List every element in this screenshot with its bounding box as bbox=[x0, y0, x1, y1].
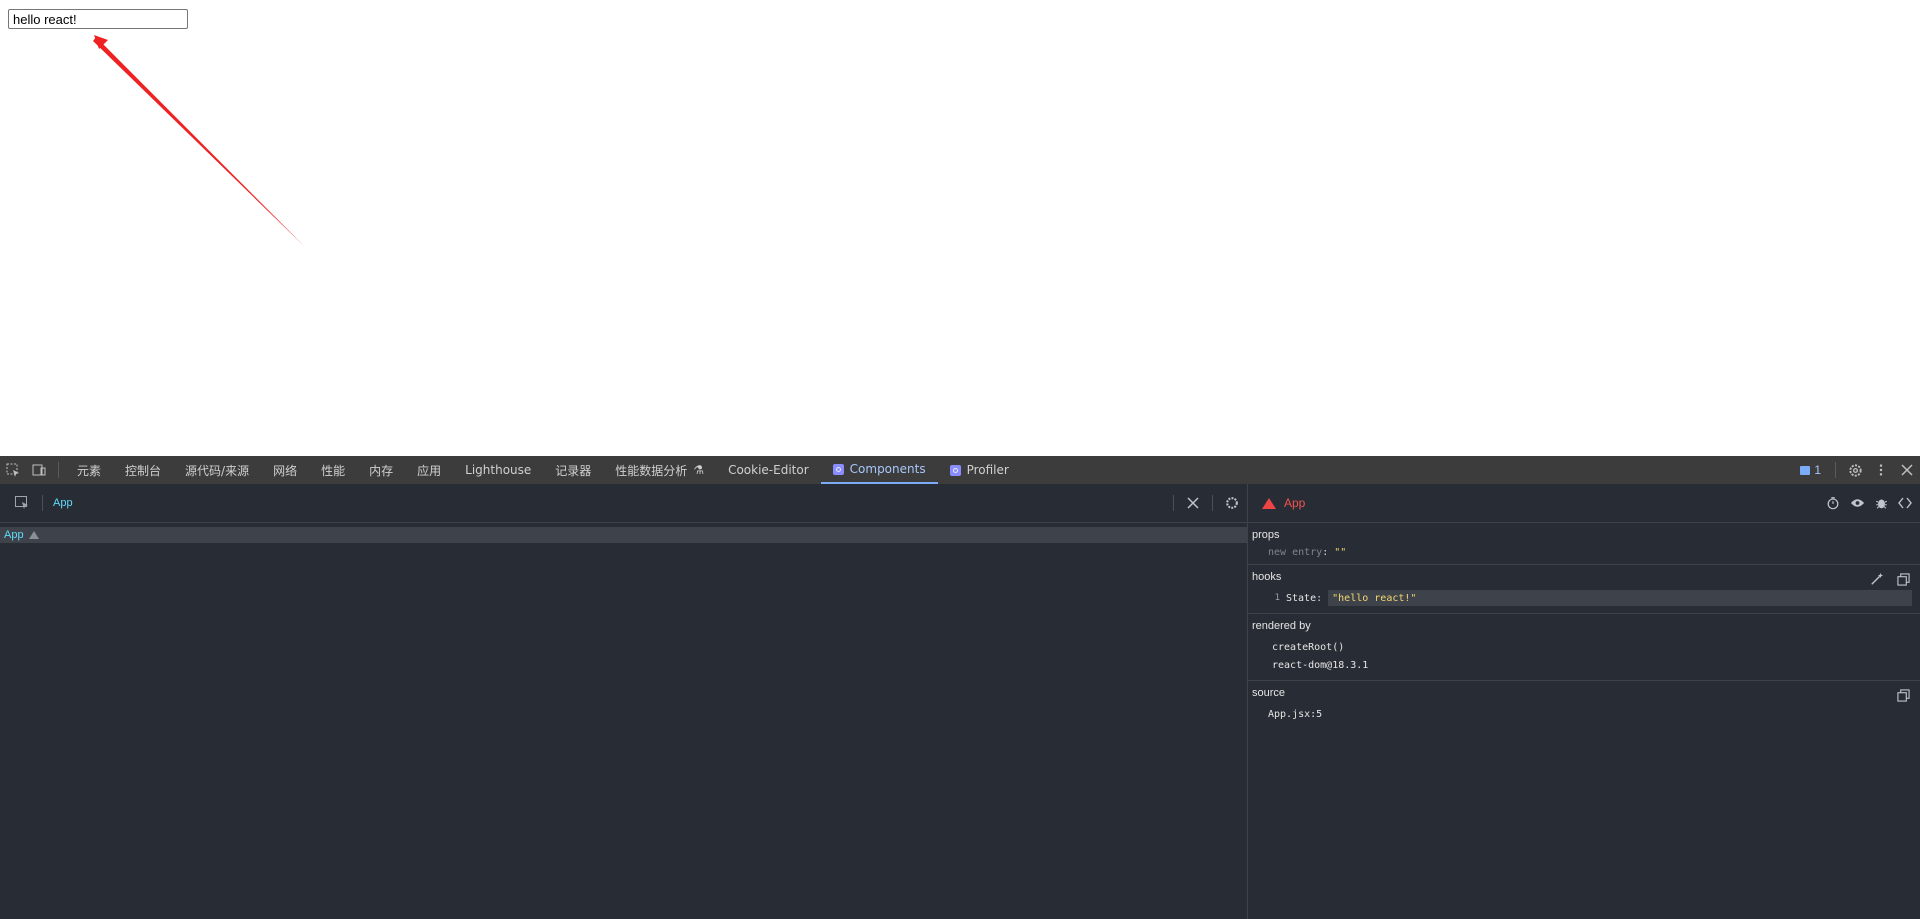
log-debug-bug-icon[interactable] bbox=[1872, 494, 1890, 512]
tab-memory[interactable]: 内存 bbox=[357, 456, 405, 484]
tab-performance-insights-label: 性能数据分析 bbox=[615, 463, 688, 478]
hook-state-value[interactable]: "hello react!" bbox=[1332, 593, 1416, 604]
hooks-title: hooks bbox=[1252, 571, 1282, 583]
tab-network[interactable]: 网络 bbox=[261, 456, 309, 484]
new-entry-value[interactable]: "" bbox=[1334, 547, 1346, 558]
tab-sources[interactable]: 源代码/来源 bbox=[173, 456, 261, 484]
copy-source-icon[interactable] bbox=[1894, 686, 1912, 704]
tab-console[interactable]: 控制台 bbox=[113, 456, 173, 484]
tree-row-app[interactable]: App bbox=[0, 527, 1247, 543]
clear-close-icon[interactable] bbox=[1184, 494, 1202, 512]
hooks-section: hooks 1 State : "hello react!" bbox=[1248, 565, 1920, 614]
tree-toolbar-right-divider bbox=[1173, 495, 1174, 511]
rendered-by-item: createRoot() bbox=[1272, 641, 1345, 653]
hooks-actions bbox=[1868, 570, 1912, 588]
hook-value-field[interactable]: "hello react!" bbox=[1328, 590, 1912, 606]
inspect-dom-eye-icon[interactable] bbox=[1848, 494, 1866, 512]
hook-index: 1 bbox=[1274, 593, 1280, 603]
tree-toolbar-right bbox=[1163, 484, 1247, 522]
new-entry-key[interactable]: new entry bbox=[1268, 547, 1322, 558]
source-file-link[interactable]: App.jsx:5 bbox=[1252, 705, 1916, 723]
tab-application[interactable]: 应用 bbox=[405, 456, 453, 484]
tab-components-label: Components bbox=[849, 462, 926, 476]
source-section: source App.jsx:5 bbox=[1248, 681, 1920, 729]
tab-performance[interactable]: 性能 bbox=[309, 456, 357, 484]
copy-hooks-icon[interactable] bbox=[1894, 570, 1912, 588]
component-inspector-pane: App props new entry : "" hooks 1 State:… bbox=[1248, 484, 1920, 919]
issues-count: 1 bbox=[1814, 463, 1821, 477]
inspected-component-title: App bbox=[1284, 496, 1306, 510]
error-triangle-icon bbox=[1262, 497, 1276, 509]
tree-node-name: App bbox=[4, 529, 24, 541]
suspend-timer-icon[interactable] bbox=[1824, 494, 1842, 512]
component-tree-toolbar: App bbox=[0, 484, 1247, 523]
props-title: props bbox=[1252, 529, 1280, 541]
issues-counter[interactable]: 1 bbox=[1792, 463, 1829, 477]
flask-icon: ⚗ bbox=[693, 463, 705, 477]
close-devtools-icon[interactable] bbox=[1894, 456, 1920, 484]
component-settings-gear-icon[interactable] bbox=[1223, 494, 1241, 512]
tabbar-right-controls: 1 bbox=[1792, 456, 1920, 484]
prop-colon: : bbox=[1322, 547, 1329, 558]
tab-components[interactable]: Components bbox=[820, 456, 938, 484]
tree-toolbar-divider bbox=[42, 495, 43, 511]
props-section: props new entry : "" bbox=[1248, 523, 1920, 565]
tabbar-right-divider bbox=[1835, 462, 1836, 478]
tabbar-divider bbox=[58, 462, 59, 478]
issues-flag-icon bbox=[1800, 465, 1811, 475]
tab-cookie-editor[interactable]: Cookie-Editor bbox=[716, 456, 821, 484]
text-input[interactable] bbox=[8, 9, 188, 29]
view-source-code-icon[interactable] bbox=[1896, 494, 1914, 512]
source-title: source bbox=[1252, 687, 1286, 699]
tree-toolbar-right-divider-2 bbox=[1212, 495, 1213, 511]
tab-lighthouse[interactable]: Lighthouse bbox=[453, 456, 543, 484]
tab-profiler-label: Profiler bbox=[966, 463, 1009, 477]
source-actions bbox=[1894, 686, 1912, 704]
settings-gear-icon[interactable] bbox=[1842, 456, 1868, 484]
hook-colon: : bbox=[1316, 592, 1323, 604]
page-viewport bbox=[0, 0, 1920, 456]
tab-performance-insights[interactable]: 性能数据分析 ⚗ bbox=[603, 456, 716, 484]
inspect-element-icon[interactable] bbox=[0, 456, 26, 484]
component-tree-pane: App App bbox=[0, 484, 1248, 919]
inspector-header-actions bbox=[1824, 484, 1914, 522]
more-options-icon[interactable] bbox=[1868, 456, 1894, 484]
tab-recorder[interactable]: 记录器 bbox=[543, 456, 603, 484]
rendered-by-section: rendered by createRoot() react-dom@18.3.… bbox=[1248, 614, 1920, 681]
inspector-header: App bbox=[1248, 484, 1920, 523]
react-components-icon bbox=[832, 463, 844, 475]
parse-hook-names-wand-icon[interactable] bbox=[1868, 570, 1886, 588]
tab-profiler[interactable]: Profiler bbox=[938, 456, 1021, 484]
device-toolbar-icon[interactable] bbox=[26, 456, 52, 484]
new-prop-entry[interactable]: new entry : "" bbox=[1252, 547, 1916, 558]
owner-breadcrumb[interactable]: App bbox=[53, 497, 73, 509]
rendered-by-title: rendered by bbox=[1252, 620, 1311, 632]
react-profiler-icon bbox=[949, 464, 961, 476]
hook-row[interactable]: 1 State : "hello react!" bbox=[1252, 589, 1916, 607]
warning-triangle-icon bbox=[28, 531, 39, 539]
devtools-tabbar: 元素 控制台 源代码/来源 网络 性能 内存 应用 Lighthouse 记录器… bbox=[0, 456, 1920, 485]
hook-key: State bbox=[1286, 592, 1317, 604]
rendered-by-item: react-dom@18.3.1 bbox=[1272, 659, 1369, 671]
tab-elements[interactable]: 元素 bbox=[65, 456, 113, 484]
devtools-panel: 元素 控制台 源代码/来源 网络 性能 内存 应用 Lighthouse 记录器… bbox=[0, 456, 1920, 919]
select-element-icon[interactable] bbox=[12, 495, 32, 511]
